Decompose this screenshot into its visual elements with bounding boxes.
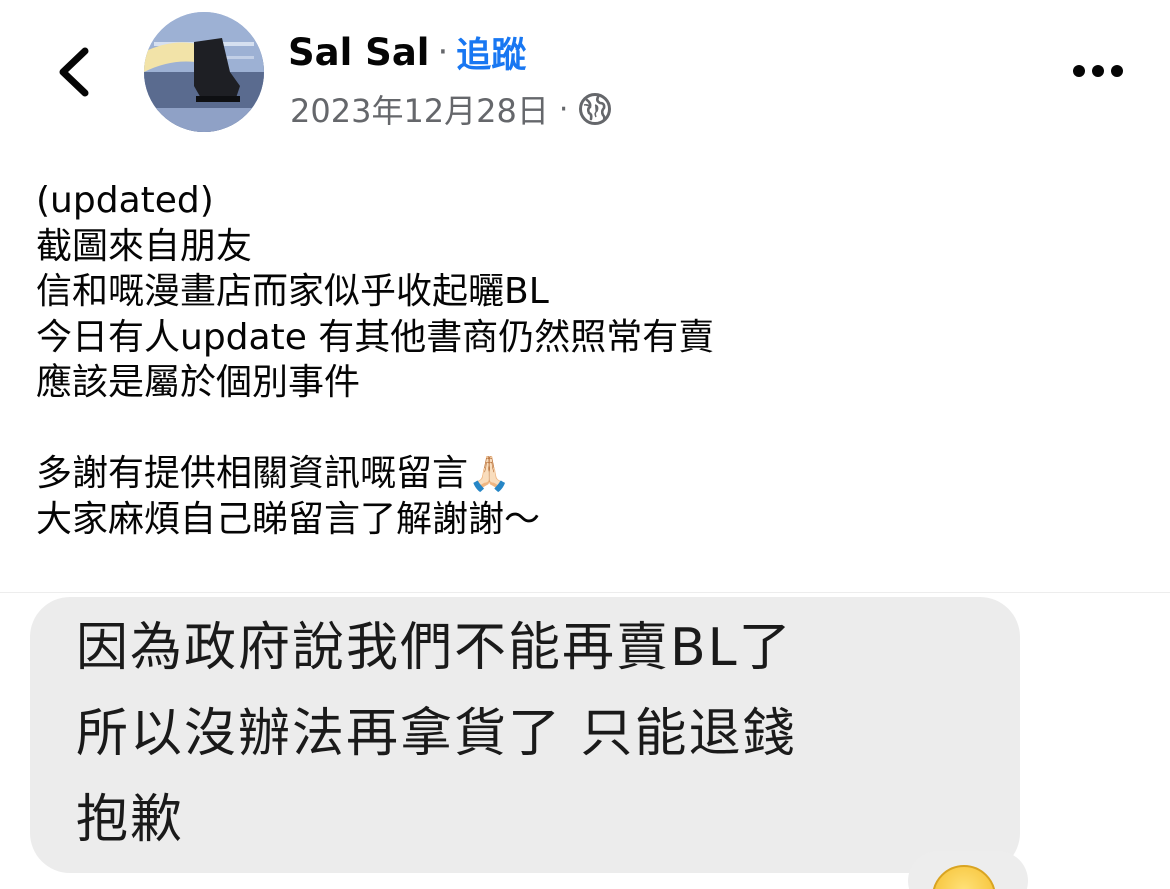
author-name[interactable]: Sal Sal bbox=[288, 31, 429, 74]
post-line: (updated) bbox=[36, 180, 214, 221]
chevron-left-icon bbox=[57, 47, 91, 101]
message-text: 因為政府說我們不能再賣BL了 所以沒辦法再拿貨了 只能退錢 抱歉 bbox=[76, 605, 1006, 863]
post-line: 截圖來自朋友 bbox=[36, 225, 253, 267]
author-separator: · bbox=[437, 32, 449, 72]
post-image[interactable]: 因為政府說我們不能再賣BL了 所以沒辦法再拿貨了 只能退錢 抱歉 bbox=[0, 592, 1170, 889]
post-line-blank bbox=[36, 406, 1136, 452]
post-line: 今日有人update 有其他書商仍然照常有賣 bbox=[36, 316, 715, 358]
globe-icon[interactable] bbox=[578, 92, 612, 126]
more-options-icon bbox=[1072, 63, 1124, 82]
post-text: (updated) 截圖來自朋友 信和嘅漫畫店而家似乎收起曬BL 今日有人upd… bbox=[36, 178, 1136, 542]
message-line: 抱歉 bbox=[76, 790, 185, 850]
post-page: Sal Sal · 追蹤 2023年12月28日 · (updated) 截圖來… bbox=[0, 0, 1170, 889]
folded-hands-emoji: 🙏🏻 bbox=[468, 454, 511, 494]
author-row: Sal Sal · 追蹤 bbox=[288, 26, 526, 78]
meta-separator: · bbox=[558, 91, 569, 127]
more-options-button[interactable] bbox=[1066, 52, 1130, 92]
avatar[interactable] bbox=[144, 12, 264, 132]
post-line-with-emoji: 多謝有提供相關資訊嘅留言🙏🏻 bbox=[36, 451, 1136, 497]
post-date[interactable]: 2023年12月28日 bbox=[290, 86, 549, 132]
follow-button[interactable]: 追蹤 bbox=[456, 27, 526, 78]
post-line: 應該是屬於個別事件 bbox=[36, 362, 361, 403]
post-line: 多謝有提供相關資訊嘅留言 bbox=[36, 453, 469, 494]
post-line: 大家麻煩自己睇留言了解謝謝～ bbox=[36, 498, 541, 540]
message-line: 所以沒辦法再拿貨了 只能退錢 bbox=[76, 704, 797, 764]
back-button[interactable] bbox=[44, 42, 104, 106]
post-line: 信和嘅漫畫店而家似乎收起曬BL bbox=[36, 271, 549, 312]
message-line: 因為政府說我們不能再賣BL了 bbox=[76, 618, 793, 678]
post-meta: 2023年12月28日 · bbox=[290, 86, 612, 132]
